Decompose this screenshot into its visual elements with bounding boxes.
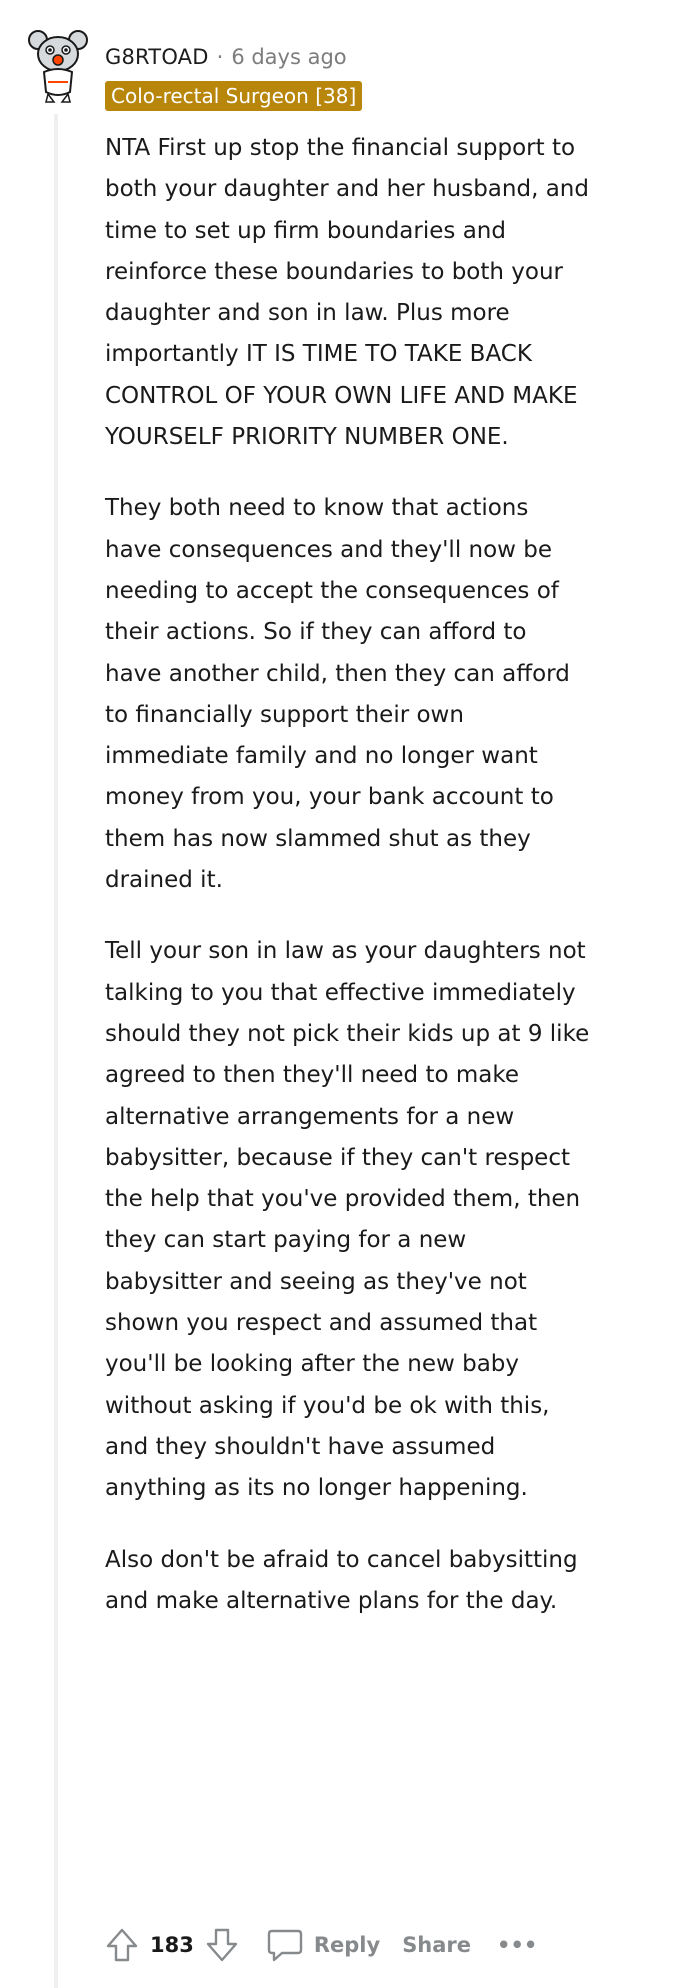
share-label: Share — [402, 1933, 472, 1957]
upvote-button[interactable] — [100, 1923, 144, 1967]
speech-bubble-icon — [266, 1927, 304, 1963]
snoo-avatar-icon — [28, 30, 88, 103]
upvote-arrow-icon — [106, 1928, 138, 1962]
share-button[interactable]: Share — [402, 1933, 471, 1957]
thread-line[interactable] — [54, 114, 58, 1988]
meta-separator: · — [216, 45, 224, 69]
downvote-arrow-icon — [206, 1928, 238, 1962]
more-options-button[interactable]: ••• — [497, 1933, 537, 1957]
vote-score: 183 — [150, 1933, 194, 1957]
avatar[interactable] — [26, 26, 90, 104]
comment-paragraph: NTA First up stop the financial support … — [105, 135, 589, 451]
comment-paragraph: Tell your son in law as your daughters n… — [105, 938, 590, 1502]
comment-actions: 183 Reply Share ••• — [100, 1920, 537, 1970]
timestamp[interactable]: 6 days ago — [231, 45, 346, 69]
reply-button[interactable]: Reply — [266, 1927, 380, 1963]
comment: G8RTOAD · 6 days ago Colo-rectal Surgeon… — [0, 0, 700, 1988]
downvote-button[interactable] — [200, 1923, 244, 1967]
reply-label: Reply — [313, 1933, 381, 1957]
comment-paragraph: They both need to know that actions have… — [105, 495, 570, 894]
comment-header: G8RTOAD · 6 days ago — [105, 40, 347, 74]
ellipsis-icon: ••• — [497, 1933, 538, 1957]
comment-paragraph: Also don't be afraid to cancel babysitti… — [105, 1546, 578, 1614]
username[interactable]: G8RTOAD — [105, 45, 209, 69]
user-flair: Colo-rectal Surgeon [38] — [105, 81, 363, 111]
comment-body: NTA First up stop the financial support … — [105, 128, 590, 1652]
